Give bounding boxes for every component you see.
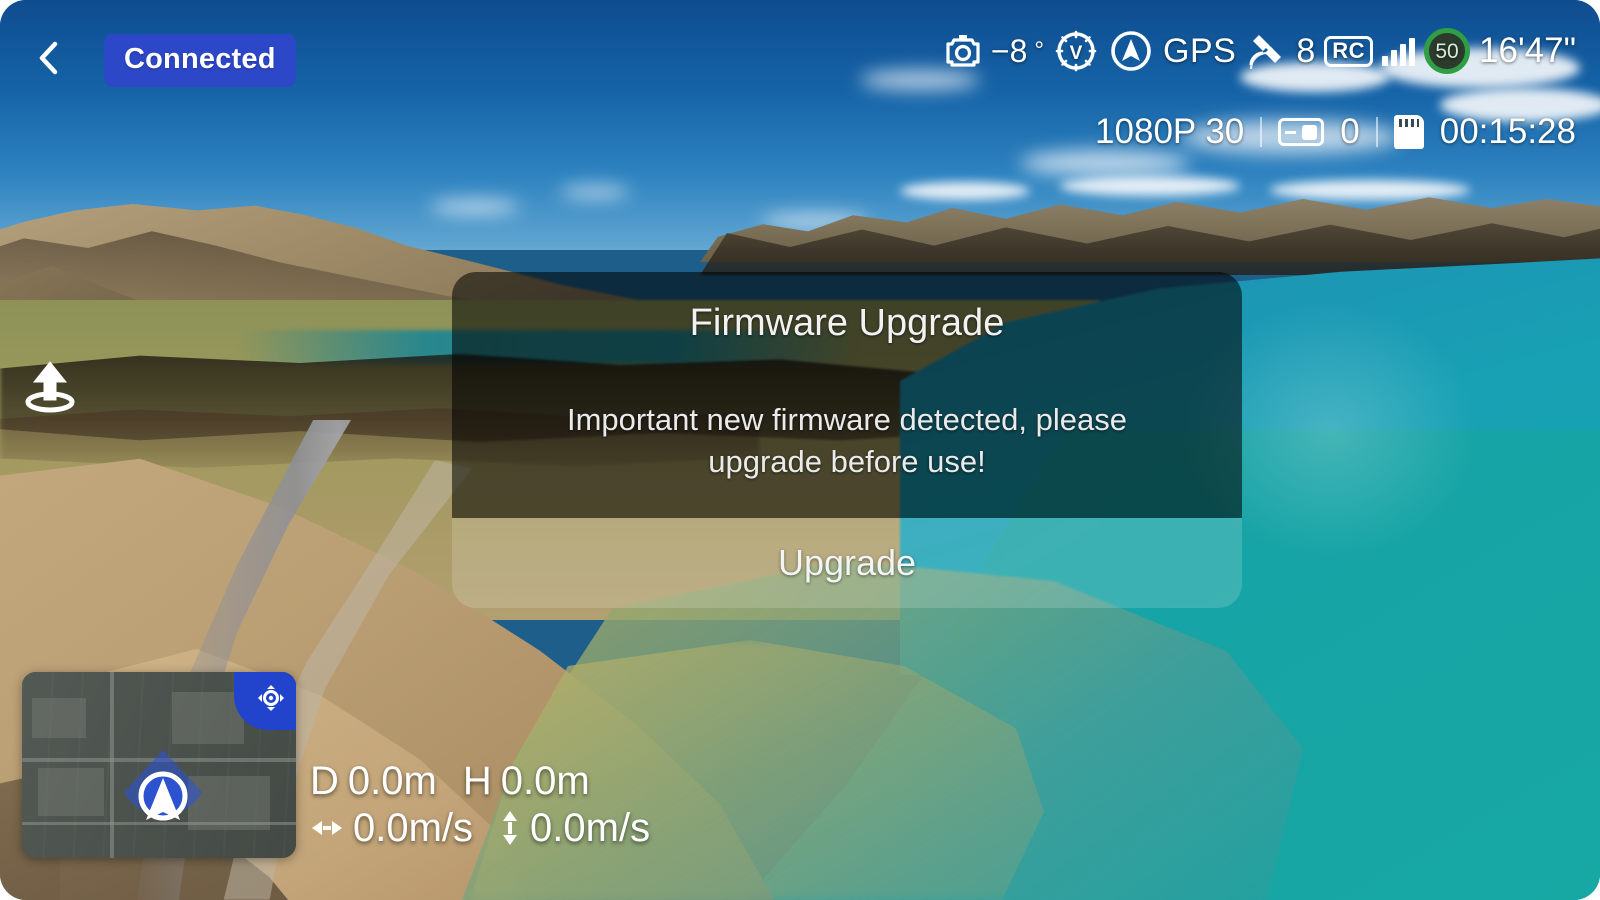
distance-label: D [310, 758, 339, 803]
height-label: H [462, 758, 492, 803]
cloud [1380, 48, 1580, 88]
cloud [560, 186, 630, 198]
cloud [900, 182, 1030, 200]
map-road [110, 672, 114, 858]
map-block [38, 768, 104, 816]
cloud [1060, 176, 1240, 196]
firmware-upgrade-dialog: Firmware Upgrade Important new firmware … [452, 272, 1242, 608]
cloud [1180, 120, 1400, 154]
upgrade-button[interactable]: Upgrade [452, 518, 1242, 608]
telemetry-readout: D 0.0m H 0.0m 0.0m/s 0.0m/s [310, 758, 650, 852]
upgrade-button-label: Upgrade [777, 542, 917, 583]
telemetry-row-distance: D 0.0m H 0.0m [310, 758, 650, 805]
height-readout: H 0.0m [463, 758, 590, 805]
cloud [1020, 150, 1190, 176]
back-button[interactable] [22, 32, 74, 84]
cloud [1270, 180, 1470, 200]
cloud [1440, 88, 1600, 122]
distance-readout: D 0.0m [310, 758, 437, 805]
dialog-body: Firmware Upgrade Important new firmware … [452, 272, 1242, 518]
horizontal-speed-icon [310, 816, 344, 840]
drone-flight-view: Connected −8 ° V GPS 8 RC 50 16'47" 1080… [0, 0, 1600, 900]
distance-value: 0.0m [347, 758, 437, 803]
dialog-title: Firmware Upgrade [689, 302, 1005, 344]
telemetry-row-speed: 0.0m/s 0.0m/s [310, 805, 650, 852]
dialog-message: Important new firmware detected, please … [567, 402, 1127, 479]
takeoff-icon [25, 361, 75, 413]
vertical-speed-readout: 0.0m/s [499, 805, 650, 852]
connection-status-badge[interactable]: Connected [104, 34, 296, 87]
cloud [860, 70, 980, 90]
vertical-speed-icon [499, 809, 521, 847]
mini-map[interactable] [22, 672, 296, 858]
drone-heading-icon [124, 750, 202, 821]
cloud [430, 200, 520, 214]
horizontal-speed-value: 0.0m/s [353, 805, 474, 850]
recenter-target-icon [258, 685, 284, 711]
cloud [1240, 62, 1390, 92]
height-value: 0.0m [500, 758, 590, 803]
map-block [32, 698, 86, 738]
takeoff-button[interactable] [22, 358, 78, 414]
map-block [172, 692, 244, 744]
chevron-left-icon [39, 41, 58, 75]
vertical-speed-value: 0.0m/s [530, 805, 651, 850]
horizontal-speed-readout: 0.0m/s [310, 805, 473, 852]
